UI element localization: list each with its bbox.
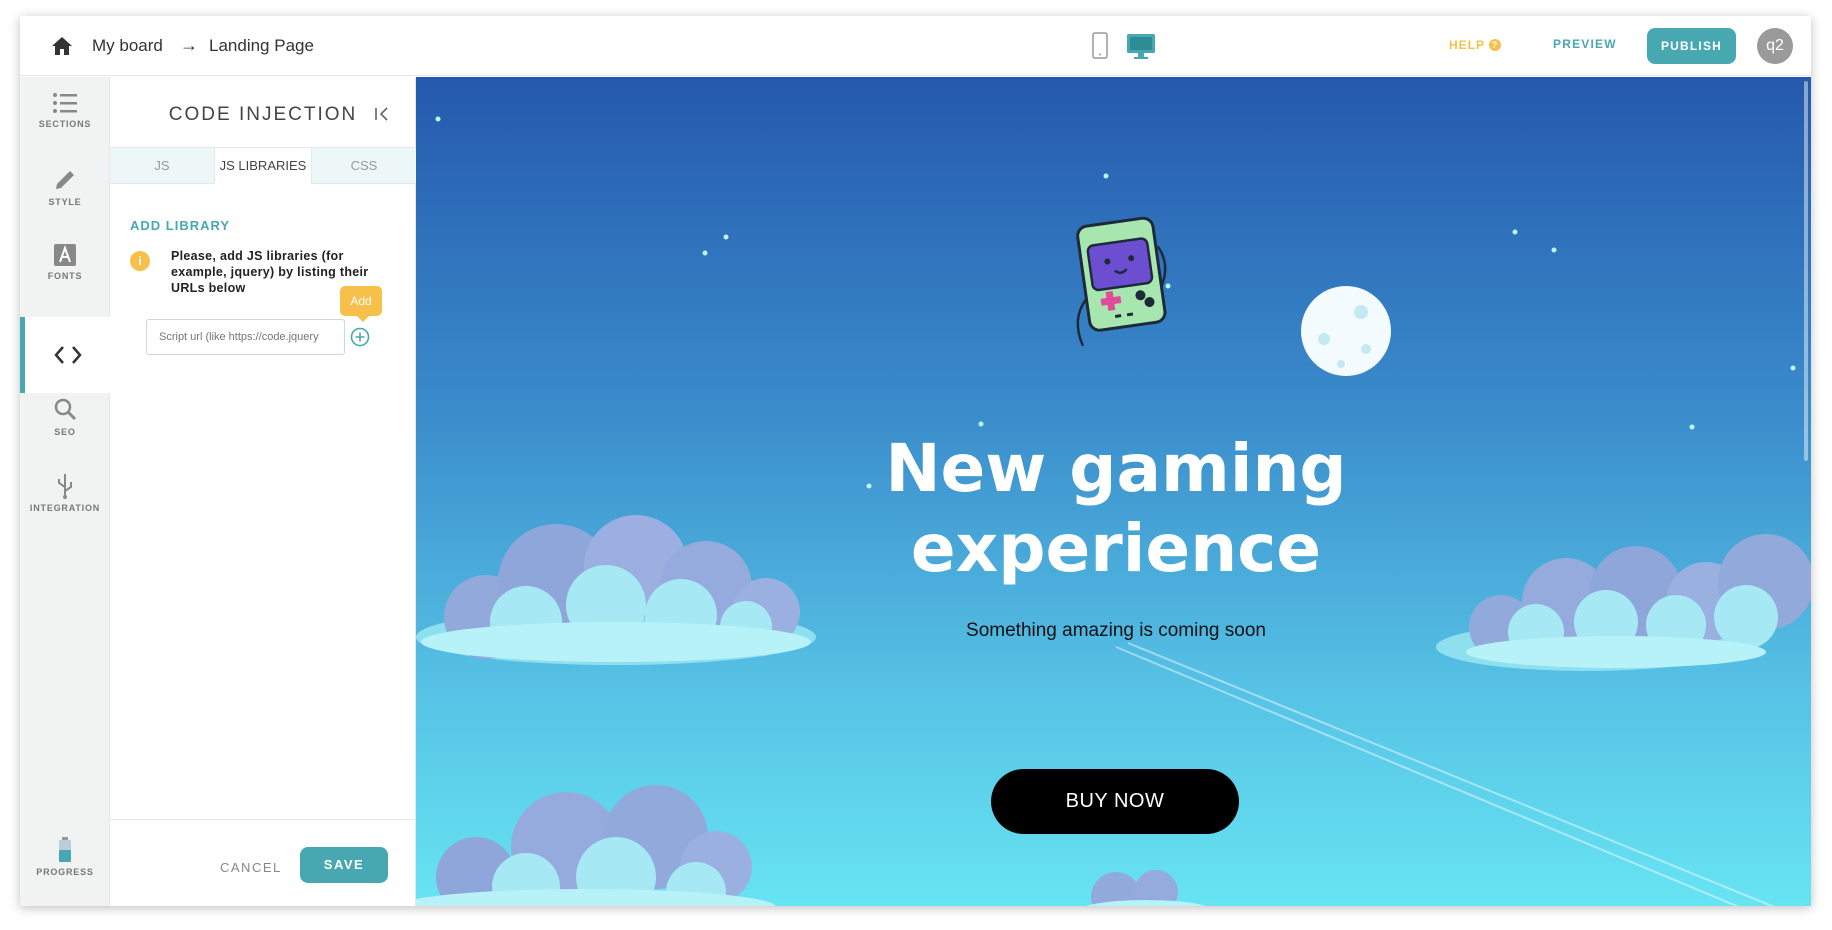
collapse-panel-icon[interactable] [373, 105, 391, 123]
sidebar-label-sections: SECTIONS [38, 119, 92, 129]
hero-subtitle: Something amazing is coming soon [966, 620, 1266, 641]
game-console-character [1076, 216, 1167, 347]
app-window: My board → Landing Page HELP ? PREVIEW P… [20, 16, 1811, 906]
mobile-device-icon[interactable] [1092, 32, 1108, 59]
battery-icon [59, 837, 71, 862]
add-library-heading: ADD LIBRARY [130, 218, 231, 233]
canvas-scrollbar[interactable] [1804, 81, 1808, 461]
sidebar-label-integration: INTEGRATION [29, 503, 101, 513]
buy-now-button[interactable]: BUY NOW [991, 769, 1239, 834]
home-icon[interactable] [50, 34, 74, 58]
info-icon: i [130, 251, 150, 271]
sidebar-item-code[interactable] [20, 317, 110, 393]
top-bar: My board → Landing Page HELP ? PREVIEW P… [20, 16, 1811, 76]
sidebar-item-fonts[interactable]: FONTS [20, 243, 110, 315]
sidebar-item-seo[interactable]: SEO [20, 397, 110, 469]
save-button[interactable]: SAVE [300, 847, 388, 883]
sidebar-label-style: STYLE [48, 197, 82, 207]
page-preview-canvas[interactable]: New gaming experience Something amazing … [416, 77, 1811, 906]
breadcrumb-board[interactable]: My board [92, 36, 163, 56]
panel-title: CODE INJECTION [168, 104, 358, 125]
usb-icon [58, 474, 72, 499]
list-icon [53, 93, 77, 113]
breadcrumb-arrow-icon: → [180, 35, 198, 55]
preview-button[interactable]: PREVIEW [1553, 37, 1617, 51]
desktop-device-icon[interactable] [1126, 33, 1156, 60]
script-url-input[interactable] [146, 319, 345, 355]
search-icon [54, 398, 77, 421]
code-injection-panel: CODE INJECTION JS JS LIBRARIES CSS ADD L… [110, 77, 416, 906]
code-icon [53, 346, 82, 364]
tab-css[interactable]: CSS [312, 148, 416, 184]
panel-footer: CANCEL SAVE [110, 819, 416, 906]
hero-title: New gaming experience [885, 430, 1347, 587]
tab-bar: JS JS LIBRARIES CSS [110, 147, 416, 184]
cancel-button[interactable]: CANCEL [220, 860, 282, 875]
moon-decoration [1301, 286, 1391, 376]
question-icon: ? [1489, 39, 1502, 51]
sidebar-label-progress: PROGRESS [36, 867, 94, 877]
sidebar-item-sections[interactable]: SECTIONS [20, 91, 110, 163]
sidebar-item-integration[interactable]: INTEGRATION [20, 473, 110, 545]
sidebar-item-style[interactable]: STYLE [20, 167, 110, 239]
sidebar-rail: SECTIONS STYLE FONTS SEO INTEGRATION PRO… [20, 77, 110, 906]
sidebar-label-seo: SEO [54, 427, 76, 437]
font-icon [54, 244, 76, 266]
publish-button[interactable]: PUBLISH [1647, 28, 1736, 64]
breadcrumb-page: Landing Page [209, 36, 314, 55]
add-library-button[interactable] [350, 327, 370, 347]
pencil-icon [56, 171, 74, 189]
progress-indicator[interactable]: PROGRESS [20, 837, 110, 906]
tab-js[interactable]: JS [110, 148, 214, 184]
help-link[interactable]: HELP ? [1449, 38, 1502, 52]
help-label: HELP [1449, 38, 1486, 52]
add-tooltip: Add [340, 286, 382, 322]
tab-js-libraries[interactable]: JS LIBRARIES [214, 148, 312, 184]
avatar[interactable]: q2 [1757, 28, 1793, 64]
cloud-bottom-left [416, 785, 776, 906]
sidebar-label-fonts: FONTS [47, 271, 83, 281]
cloud-bottom-center [1085, 870, 1207, 906]
